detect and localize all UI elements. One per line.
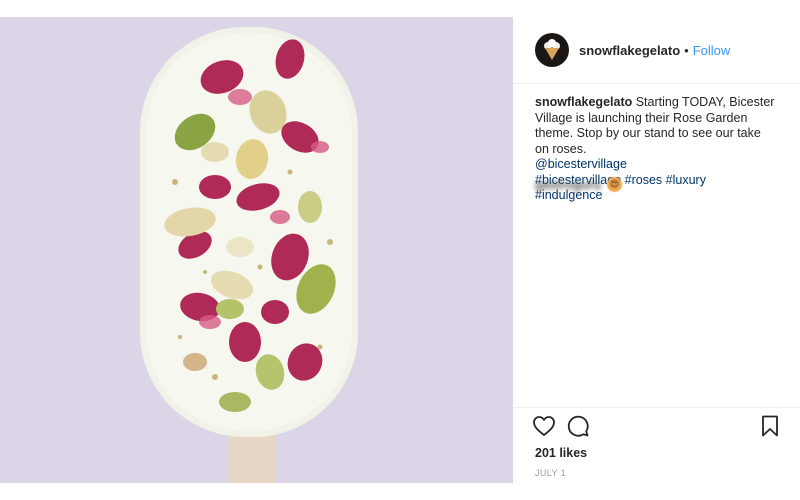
hashtag-link[interactable]: #roses: [625, 173, 663, 187]
comment-bubble-icon: [567, 415, 589, 437]
hashtag-link[interactable]: #luxury: [666, 173, 706, 187]
actions-divider: [514, 407, 800, 408]
avatar[interactable]: [535, 33, 569, 67]
comment-button[interactable]: [566, 414, 590, 443]
ice-cream-bar-photo: [0, 17, 513, 483]
post-username[interactable]: snowflakegelato: [579, 43, 680, 58]
comment-row: gastroguru 😍: [535, 177, 622, 192]
post-date[interactable]: JULY 1: [535, 468, 566, 478]
heart-icon: [533, 416, 555, 436]
bookmark-icon: [762, 415, 778, 437]
follow-button[interactable]: Follow: [693, 43, 731, 58]
separator-dot: •: [684, 42, 689, 58]
comment-emoji: 😍: [606, 177, 622, 192]
save-button[interactable]: [758, 414, 782, 443]
caption-username[interactable]: snowflakegelato: [535, 95, 632, 109]
post-image[interactable]: [0, 17, 513, 483]
caption-mention-link[interactable]: @bicestervillage: [535, 157, 627, 171]
post-side-panel: snowflakegelato • Follow snowflakegelato…: [514, 17, 800, 483]
post-header: snowflakegelato • Follow: [514, 17, 800, 84]
ice-cream-cone-icon: [544, 39, 560, 60]
like-button[interactable]: [532, 414, 556, 443]
like-count[interactable]: 201 likes: [535, 446, 587, 460]
comment-username[interactable]: gastroguru: [535, 178, 601, 192]
post-actions: [532, 414, 788, 440]
